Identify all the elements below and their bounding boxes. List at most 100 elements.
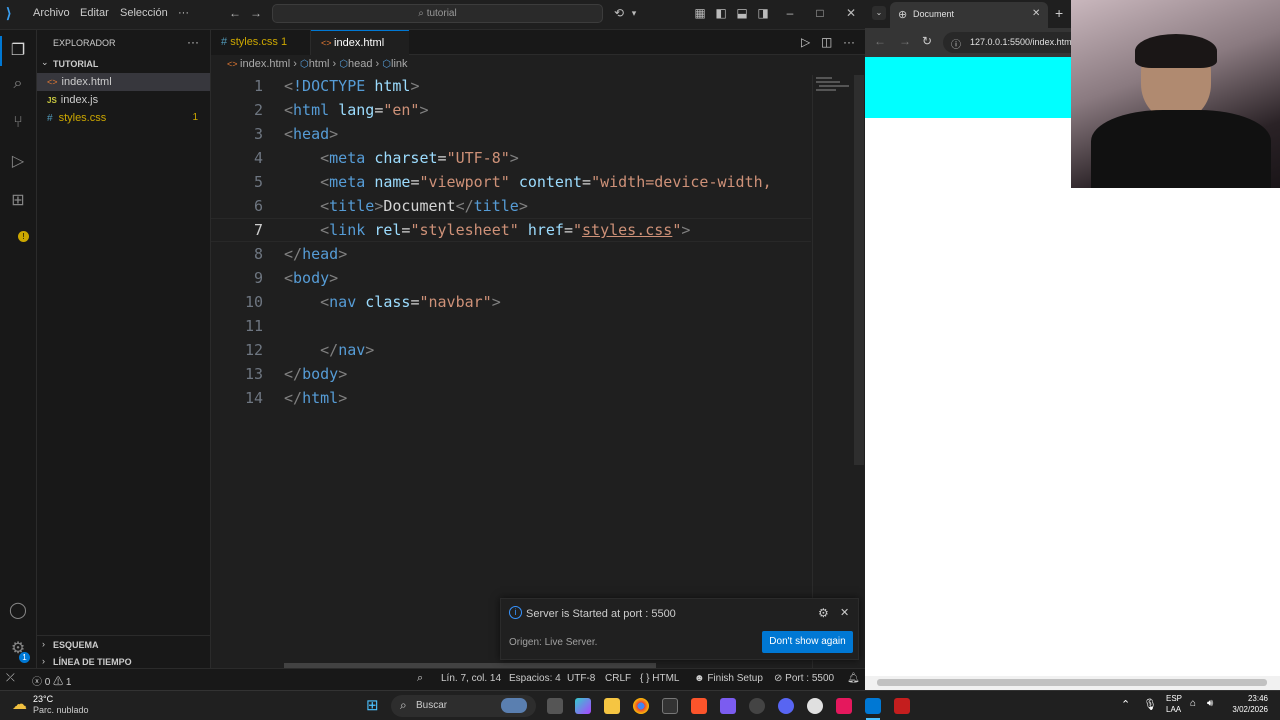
vscode-taskbar-icon[interactable]	[865, 698, 881, 714]
zoom-icon[interactable]: ⌕	[417, 672, 423, 685]
back-arrow-icon[interactable]: ←	[874, 34, 886, 48]
code-line: <html lang="en">	[284, 101, 429, 119]
command-search-input[interactable]: ⌕ tutorial	[272, 4, 603, 23]
line-number: 4	[253, 149, 263, 167]
clock-time[interactable]: 23:46	[1226, 694, 1268, 703]
volume-icon[interactable]: 🔊︎	[1207, 698, 1213, 709]
folder-tutorial[interactable]: ⌄ TUTORIAL	[37, 55, 210, 73]
timeline-label: LÍNEA DE TIEMPO	[53, 657, 132, 667]
warning-icon: ⚠	[53, 677, 66, 688]
chevron-down-icon[interactable]: ▾	[627, 6, 641, 20]
app-icon[interactable]	[662, 698, 678, 714]
vertical-scrollbar[interactable]	[854, 75, 864, 465]
reload-icon[interactable]: ↻	[922, 34, 932, 48]
breadcrumb-item[interactable]: html	[309, 58, 330, 70]
source-control-icon[interactable]: ⑂	[7, 112, 29, 134]
breadcrumb-item[interactable]: head	[348, 58, 372, 70]
close-window-icon[interactable]: ✕	[844, 6, 858, 20]
tab-styles-css[interactable]: # styles.css 1	[211, 30, 311, 55]
chevron-up-icon[interactable]: ⌃	[1121, 698, 1130, 711]
toggle-secondary-sidebar-icon[interactable]: ◨	[756, 6, 770, 20]
minimize-icon[interactable]: –	[783, 6, 797, 20]
menu-more-button[interactable]: ···	[178, 7, 189, 19]
html-file-icon: <>	[227, 59, 241, 69]
browser-tab[interactable]: ⊕ Document ✕	[890, 2, 1048, 28]
settings-gear-icon[interactable]: ⚙	[818, 606, 829, 620]
breadcrumb-item[interactable]: link	[391, 58, 408, 70]
tiktok-icon[interactable]	[836, 698, 852, 714]
forward-arrow-icon[interactable]: →	[899, 34, 911, 48]
back-arrow-icon[interactable]: ←	[228, 6, 242, 20]
outline-label: ESQUEMA	[53, 640, 99, 650]
run-icon[interactable]: ▷	[801, 35, 810, 49]
close-tab-icon[interactable]: ✕	[1032, 8, 1040, 19]
dont-show-again-button[interactable]: Don't show again	[762, 631, 853, 653]
tab-index-html[interactable]: <> index.html ✕	[311, 30, 409, 74]
discord-icon[interactable]	[778, 698, 794, 714]
problems-indicator[interactable]: ⓧ 0 ⚠ 1	[32, 673, 71, 688]
split-editor-icon[interactable]: ◫	[821, 35, 832, 49]
file-index-html[interactable]: <> index.html	[37, 73, 210, 91]
chrome-icon[interactable]	[633, 698, 649, 714]
file-explorer-icon[interactable]	[604, 698, 620, 714]
explorer-icon[interactable]: ❐	[7, 40, 29, 62]
app-store-icon[interactable]	[720, 698, 736, 714]
encoding[interactable]: UTF-8	[567, 673, 595, 684]
chatgpt-icon[interactable]	[807, 698, 823, 714]
windows-start-icon[interactable]: ⊞	[366, 697, 383, 714]
new-tab-icon[interactable]: +	[1055, 5, 1063, 21]
line-number: 11	[244, 317, 263, 335]
outline-section[interactable]: › ESQUEMA	[37, 635, 210, 653]
task-view-icon[interactable]	[547, 698, 563, 714]
copilot-icon[interactable]: ⟲	[612, 6, 626, 20]
account-icon[interactable]: ◯	[7, 600, 29, 622]
toggle-panel-icon[interactable]: ⬓	[735, 6, 749, 20]
cursor-position[interactable]: Lín. 7, col. 14	[441, 673, 501, 684]
close-icon[interactable]: ✕	[840, 606, 849, 619]
url-text: 127.0.0.1:5500/index.html	[970, 37, 1074, 47]
language-code[interactable]: ESP	[1166, 694, 1182, 703]
menu-archivo[interactable]: Archivo	[33, 7, 70, 19]
search-icon: ⌕	[418, 8, 427, 19]
minimap[interactable]	[816, 75, 856, 95]
copilot-app-icon[interactable]	[575, 698, 591, 714]
line-ending[interactable]: CRLF	[605, 673, 631, 684]
webcam-overlay	[1071, 0, 1280, 188]
file-index-js[interactable]: JS index.js	[37, 91, 210, 109]
chevron-right-icon: ›	[42, 639, 45, 649]
site-info-icon[interactable]: ⓘ	[951, 36, 961, 51]
maximize-icon[interactable]: □	[813, 6, 827, 20]
menu-editar[interactable]: Editar	[80, 7, 109, 19]
finish-setup[interactable]: ☻ Finish Setup	[694, 673, 763, 684]
browser-horizontal-scrollbar[interactable]	[865, 676, 1280, 690]
more-actions-icon[interactable]: ···	[187, 35, 199, 49]
weather-icon[interactable]: ☁	[12, 695, 27, 713]
github-icon[interactable]	[749, 698, 765, 714]
code-editor[interactable]: 1 2 3 4 5 6 7 8 9 10 11 12 13 14 <!DOCTY…	[211, 75, 865, 668]
breadcrumb-item[interactable]: index.html	[240, 58, 290, 70]
brave-icon[interactable]	[691, 698, 707, 714]
toggle-sidebar-icon[interactable]: ◧	[714, 6, 728, 20]
live-server-port[interactable]: ⊘ Port : 5500	[774, 673, 834, 684]
language-mode[interactable]: { } HTML	[640, 673, 679, 684]
forward-arrow-icon[interactable]: →	[249, 6, 263, 20]
app-tf-icon[interactable]	[894, 698, 910, 714]
file-styles-css[interactable]: # styles.css 1	[37, 109, 210, 127]
notifications-bell-icon[interactable]: 🔔︎	[847, 673, 860, 684]
run-debug-icon[interactable]: ▷	[7, 151, 29, 173]
search-icon[interactable]: ⌕	[7, 73, 29, 95]
layout-icon[interactable]: ▦	[693, 6, 707, 20]
network-icon[interactable]: ⌂	[1190, 698, 1196, 709]
more-actions-icon[interactable]: ···	[843, 35, 855, 49]
tab-list-chevron-icon[interactable]: ⌄	[872, 6, 886, 20]
microphone-icon[interactable]: 🎙︎	[1143, 698, 1157, 711]
remote-icon[interactable]: ⤫	[6, 672, 15, 685]
keyboard-layout[interactable]: LAA	[1166, 705, 1181, 714]
extensions-icon[interactable]: ⊞	[7, 190, 29, 212]
taskbar-search[interactable]: ⌕ Buscar	[391, 695, 536, 717]
menu-seleccion[interactable]: Selección	[120, 7, 168, 19]
clock-date[interactable]: 3/02/2026	[1226, 705, 1268, 714]
notification-toast: i Server is Started at port : 5500 ⚙ ✕ O…	[500, 598, 859, 660]
indentation[interactable]: Espacios: 4	[509, 673, 561, 684]
search-icon: ⌕	[400, 698, 407, 712]
